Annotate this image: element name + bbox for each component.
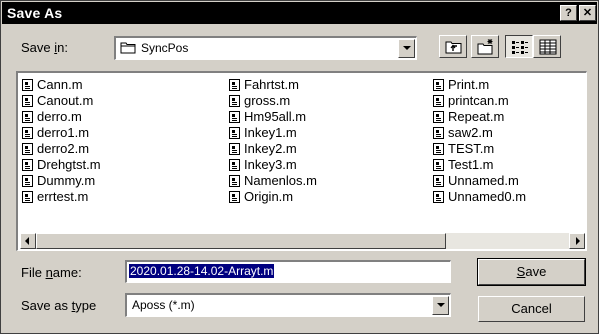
file-column-1: Cann.m Canout.m derro.m derro1.m derro2.… [21,77,101,205]
folder-icon [120,42,136,54]
window-title: Save As [7,5,63,21]
list-view-button[interactable] [505,35,533,58]
up-one-level-icon [445,41,462,54]
document-icon [229,191,240,203]
list-item[interactable]: Drehgtst.m [21,157,101,173]
up-one-level-button[interactable] [439,35,467,58]
document-icon [22,79,33,91]
list-item[interactable]: Print.m [432,77,526,93]
document-icon [22,111,33,123]
list-item[interactable]: Inkey2.m [228,141,317,157]
cancel-button[interactable]: Cancel [478,296,585,322]
save-as-type-value: Aposs (*.m) [132,298,195,312]
scroll-left-icon[interactable] [20,233,36,249]
list-item[interactable]: Unnamed0.m [432,189,526,205]
close-button[interactable]: ✕ [579,5,596,21]
file-name-input[interactable]: 2020.01.28-14.02-Arrayt.m [125,260,451,283]
file-column-2: Fahrtst.m gross.m Hm95all.m Inkey1.m Ink… [228,77,317,205]
save-in-dropdown[interactable]: SyncPos [114,36,417,60]
file-column-3: Print.m printcan.m Repeat.m saw2.m TEST.… [432,77,526,205]
save-in-label: Save in: [21,40,68,55]
list-item[interactable]: Test1.m [432,157,526,173]
list-item[interactable]: derro2.m [21,141,101,157]
save-in-value: SyncPos [141,41,189,55]
list-item[interactable]: Fahrtst.m [228,77,317,93]
horizontal-scrollbar[interactable] [20,233,585,249]
save-as-type-label: Save as type [21,298,97,313]
document-icon [22,191,33,203]
document-icon [22,159,33,171]
create-new-folder-button[interactable] [471,35,499,58]
chevron-down-icon[interactable] [398,39,415,58]
file-name-value: 2020.01.28-14.02-Arrayt.m [129,264,275,278]
document-icon [433,95,444,107]
document-icon [433,79,444,91]
document-icon [229,175,240,187]
chevron-down-icon[interactable] [432,296,449,315]
document-icon [22,95,33,107]
create-new-folder-icon [477,39,493,55]
details-view-button[interactable] [533,35,561,58]
list-item[interactable]: Unnamed.m [432,173,526,189]
file-list[interactable]: Cann.m Canout.m derro.m derro1.m derro2.… [16,71,587,251]
list-item[interactable]: saw2.m [432,125,526,141]
list-item[interactable]: errtest.m [21,189,101,205]
document-icon [229,127,240,139]
list-item[interactable]: Dummy.m [21,173,101,189]
document-icon [22,143,33,155]
document-icon [433,127,444,139]
document-icon [229,79,240,91]
list-item[interactable]: derro.m [21,109,101,125]
list-item[interactable]: Hm95all.m [228,109,317,125]
list-item[interactable]: TEST.m [432,141,526,157]
document-icon [433,175,444,187]
document-icon [22,127,33,139]
list-item[interactable]: gross.m [228,93,317,109]
save-as-type-dropdown[interactable]: Aposs (*.m) [125,293,451,317]
document-icon [22,175,33,187]
scroll-right-icon[interactable] [569,233,585,249]
list-item[interactable]: Inkey1.m [228,125,317,141]
title-bar[interactable]: Save As ? ✕ [2,2,597,24]
document-icon [229,111,240,123]
document-icon [433,111,444,123]
list-item[interactable]: Namenlos.m [228,173,317,189]
save-as-dialog: Save As ? ✕ Save in: SyncPos Cann.m Cano… [0,0,599,334]
document-icon [433,143,444,155]
list-view-icon [512,41,528,54]
document-icon [229,159,240,171]
scrollbar-thumb[interactable] [36,233,446,249]
list-item[interactable]: printcan.m [432,93,526,109]
list-item[interactable]: Cann.m [21,77,101,93]
details-view-icon [539,39,557,55]
list-item[interactable]: derro1.m [21,125,101,141]
file-name-label: File name: [21,265,82,280]
document-icon [433,191,444,203]
list-item[interactable]: Canout.m [21,93,101,109]
document-icon [433,159,444,171]
document-icon [229,143,240,155]
help-button[interactable]: ? [560,5,577,21]
list-item[interactable]: Inkey3.m [228,157,317,173]
list-item[interactable]: Origin.m [228,189,317,205]
document-icon [229,95,240,107]
list-item[interactable]: Repeat.m [432,109,526,125]
save-button[interactable]: Save [477,258,586,286]
